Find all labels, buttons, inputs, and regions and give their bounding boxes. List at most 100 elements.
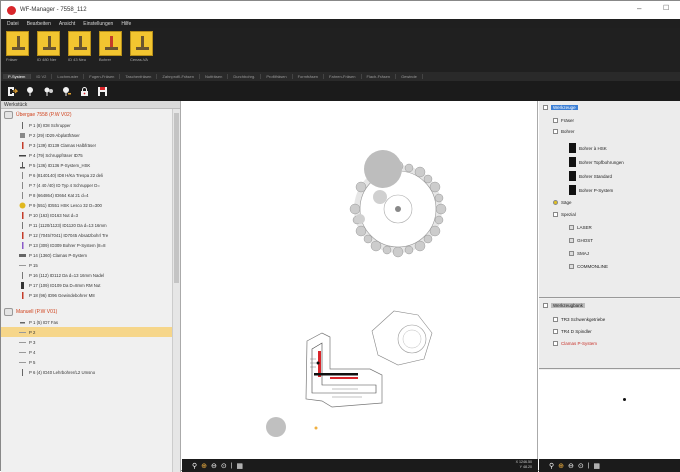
zoom-out-icon[interactable]: ⊖ — [568, 462, 574, 470]
list-item[interactable]: P 13 (309) ID309 Bohrer P-System (8=8 — [1, 240, 172, 250]
pin-icon[interactable]: ⚲ — [192, 462, 197, 470]
menu-file[interactable]: Datei — [7, 21, 19, 27]
tree-node[interactable]: Bohrer à HSK — [569, 143, 607, 153]
tool-button-2[interactable] — [37, 31, 60, 56]
list-item[interactable]: P 18 (96) ID96 Gewindebohrer M8 — [1, 290, 172, 300]
list-item[interactable]: P 11 (1120/1123) ID1120 Da d=13 16mm — [1, 220, 172, 230]
tab-p-system[interactable]: P-System — [3, 74, 32, 79]
tool-icon — [22, 211, 24, 219]
list-item[interactable]: P 12 (7045/7041) ID7045 Absatzbohrl Tre — [1, 230, 172, 240]
tree-node[interactable]: TR3 Schwenkgetriebe — [553, 317, 605, 322]
tab-fugen[interactable]: Fugen-Fräsen — [84, 74, 121, 79]
list-item[interactable]: P 7 (4 40 /40) ID Typ 4 Schrupper D= — [1, 180, 172, 190]
grid-icon[interactable]: ▦ — [236, 462, 243, 470]
zoom-fit-icon[interactable]: ⊙ — [221, 462, 227, 470]
list-item[interactable]: P 3 (139) ID139 Clamas Halbfräser — [1, 140, 172, 150]
grid-icon[interactable]: ▦ — [593, 462, 600, 470]
expand-icon[interactable] — [553, 118, 558, 123]
pin-multi-icon[interactable] — [43, 86, 54, 97]
scrollbar[interactable] — [172, 109, 180, 472]
expand-icon[interactable] — [553, 329, 558, 334]
zoom-in-icon[interactable]: ⊕ — [201, 462, 207, 470]
tree-node[interactable]: Bohrer — [553, 129, 575, 134]
tree-node[interactable]: Bohrer Topfbohrungen — [569, 157, 624, 167]
maximize-icon[interactable]: ☐ — [663, 4, 669, 12]
tree-node[interactable]: LASER — [569, 225, 592, 230]
expand-icon[interactable] — [543, 303, 548, 308]
menu-view[interactable]: Ansicht — [59, 21, 75, 27]
tab-lochmuster[interactable]: Lochmuster — [52, 74, 85, 79]
tab-durchbohrung[interactable]: Durchbohrg. — [228, 74, 262, 79]
list-item[interactable]: P 17 (109) ID109 Da D=8mm RM Nut — [1, 280, 172, 290]
list-item-selected[interactable]: P 2 — [1, 327, 172, 337]
expand-icon[interactable] — [553, 129, 558, 134]
tab-zahnprofil[interactable]: Zahnprofil-Fräsen — [157, 74, 200, 79]
save-icon[interactable] — [97, 86, 108, 97]
scrollbar-thumb[interactable] — [174, 113, 179, 283]
list-item[interactable]: P 4 — [1, 347, 172, 357]
tree-node[interactable]: Säge — [553, 200, 572, 205]
tree-node[interactable]: TR4 D Spindler — [553, 329, 592, 334]
pin-icon[interactable] — [25, 86, 36, 97]
list-item[interactable]: P 6 (8140140) ID8 H/Ka Trespa 22 deli — [1, 170, 172, 180]
tab-tasche[interactable]: Taschenfräsen — [120, 74, 158, 79]
tool-button-3[interactable] — [68, 31, 91, 56]
pin-remove-icon[interactable] — [61, 86, 72, 97]
zoom-out-icon[interactable]: ⊖ — [211, 462, 217, 470]
list-item[interactable]: P 9 (551) ID551 HSK Lesco 32 D=300 — [1, 200, 172, 210]
tree-node[interactable]: Spezial — [553, 212, 576, 217]
tree-root[interactable]: Werkzeuge — [543, 105, 578, 110]
expand-icon[interactable] — [553, 341, 558, 346]
list-item[interactable]: P 15 — [1, 260, 172, 270]
list-item[interactable]: P 2 (29) ID29 Abplattfräser — [1, 130, 172, 140]
tree-node[interactable]: Clamas P-System — [553, 341, 597, 346]
expand-icon[interactable] — [553, 212, 558, 217]
tab-form[interactable]: Formfräsen — [293, 74, 325, 79]
tree-group-header[interactable]: Manuell (P.W V01) — [1, 306, 180, 317]
tree-node[interactable]: SMAJ — [569, 251, 589, 256]
list-item[interactable]: P 5 — [1, 357, 172, 367]
tool-button-4[interactable] — [99, 31, 122, 56]
list-item[interactable]: P 10 (163) ID163 Nut d=3 — [1, 210, 172, 220]
list-item[interactable]: P 5 (136) ID136 P-System_HSK — [1, 160, 172, 170]
tool-button-5[interactable] — [130, 31, 153, 56]
export-icon[interactable] — [7, 86, 19, 97]
tab-gewinde[interactable]: Gewinde — [396, 74, 423, 79]
tab-nut[interactable]: Nutfräsen — [200, 74, 229, 79]
tab-flach[interactable]: Flach-Fräsen — [362, 74, 397, 79]
tab-profil[interactable]: Profilfräsen — [261, 74, 293, 79]
tool-icon — [22, 121, 23, 129]
tool-button-1[interactable] — [6, 31, 29, 56]
tree-node[interactable]: Bohrer P-System — [569, 185, 613, 195]
pin-icon[interactable]: ⚲ — [549, 462, 554, 470]
menu-help[interactable]: Hilfe — [121, 21, 131, 27]
tool-thumbnail-icon — [569, 143, 576, 153]
tree-node[interactable]: Fräser — [553, 118, 574, 123]
expand-icon[interactable] — [553, 317, 558, 322]
list-item[interactable]: P 16 (112) ID112 Da d=13 16mm Nadel — [1, 270, 172, 280]
list-item[interactable]: P 1 (8) ID8 Schrupper — [1, 120, 172, 130]
tree-root[interactable]: Werkzeugbank — [543, 303, 585, 308]
zoom-fit-icon[interactable]: ⊙ — [578, 462, 584, 470]
list-item[interactable]: P 1 (5) ID7 Fas — [1, 317, 172, 327]
tool-path-red — [330, 377, 358, 379]
lock-icon[interactable] — [79, 86, 90, 97]
row-label: P 10 (163) ID163 Nut d=3 — [29, 212, 79, 218]
tree-node[interactable]: COMMONLINE — [569, 264, 608, 269]
list-item[interactable]: P 8 (664864) ID664 Kat 21 d=4 — [1, 190, 172, 200]
list-item[interactable]: P 6 (4) ID40 Lehrbohrer/L2 Umsno — [1, 367, 172, 377]
zoom-in-icon[interactable]: ⊕ — [558, 462, 564, 470]
menu-settings[interactable]: Einstellungen — [83, 21, 113, 27]
drawing-canvas[interactable] — [182, 101, 538, 459]
list-item[interactable]: P 3 — [1, 337, 172, 347]
tree-group-header[interactable]: Übergae 7558 (P.W V02) — [1, 109, 180, 120]
menu-edit[interactable]: Bearbeiten — [27, 21, 51, 27]
minimize-icon[interactable]: – — [637, 4, 641, 13]
expand-icon[interactable] — [543, 105, 548, 110]
list-item[interactable]: P 14 (1360) Clamas P-System — [1, 250, 172, 260]
tab-fahren[interactable]: Fahren-Fräsen — [324, 74, 362, 79]
tree-node[interactable]: Bohrer Standard — [569, 171, 612, 181]
tree-node[interactable]: GHOST — [569, 238, 593, 243]
list-item[interactable]: P 4 (79) Schruppfräser ID75 — [1, 150, 172, 160]
tab-id-v2[interactable]: ID V2 — [31, 74, 53, 79]
